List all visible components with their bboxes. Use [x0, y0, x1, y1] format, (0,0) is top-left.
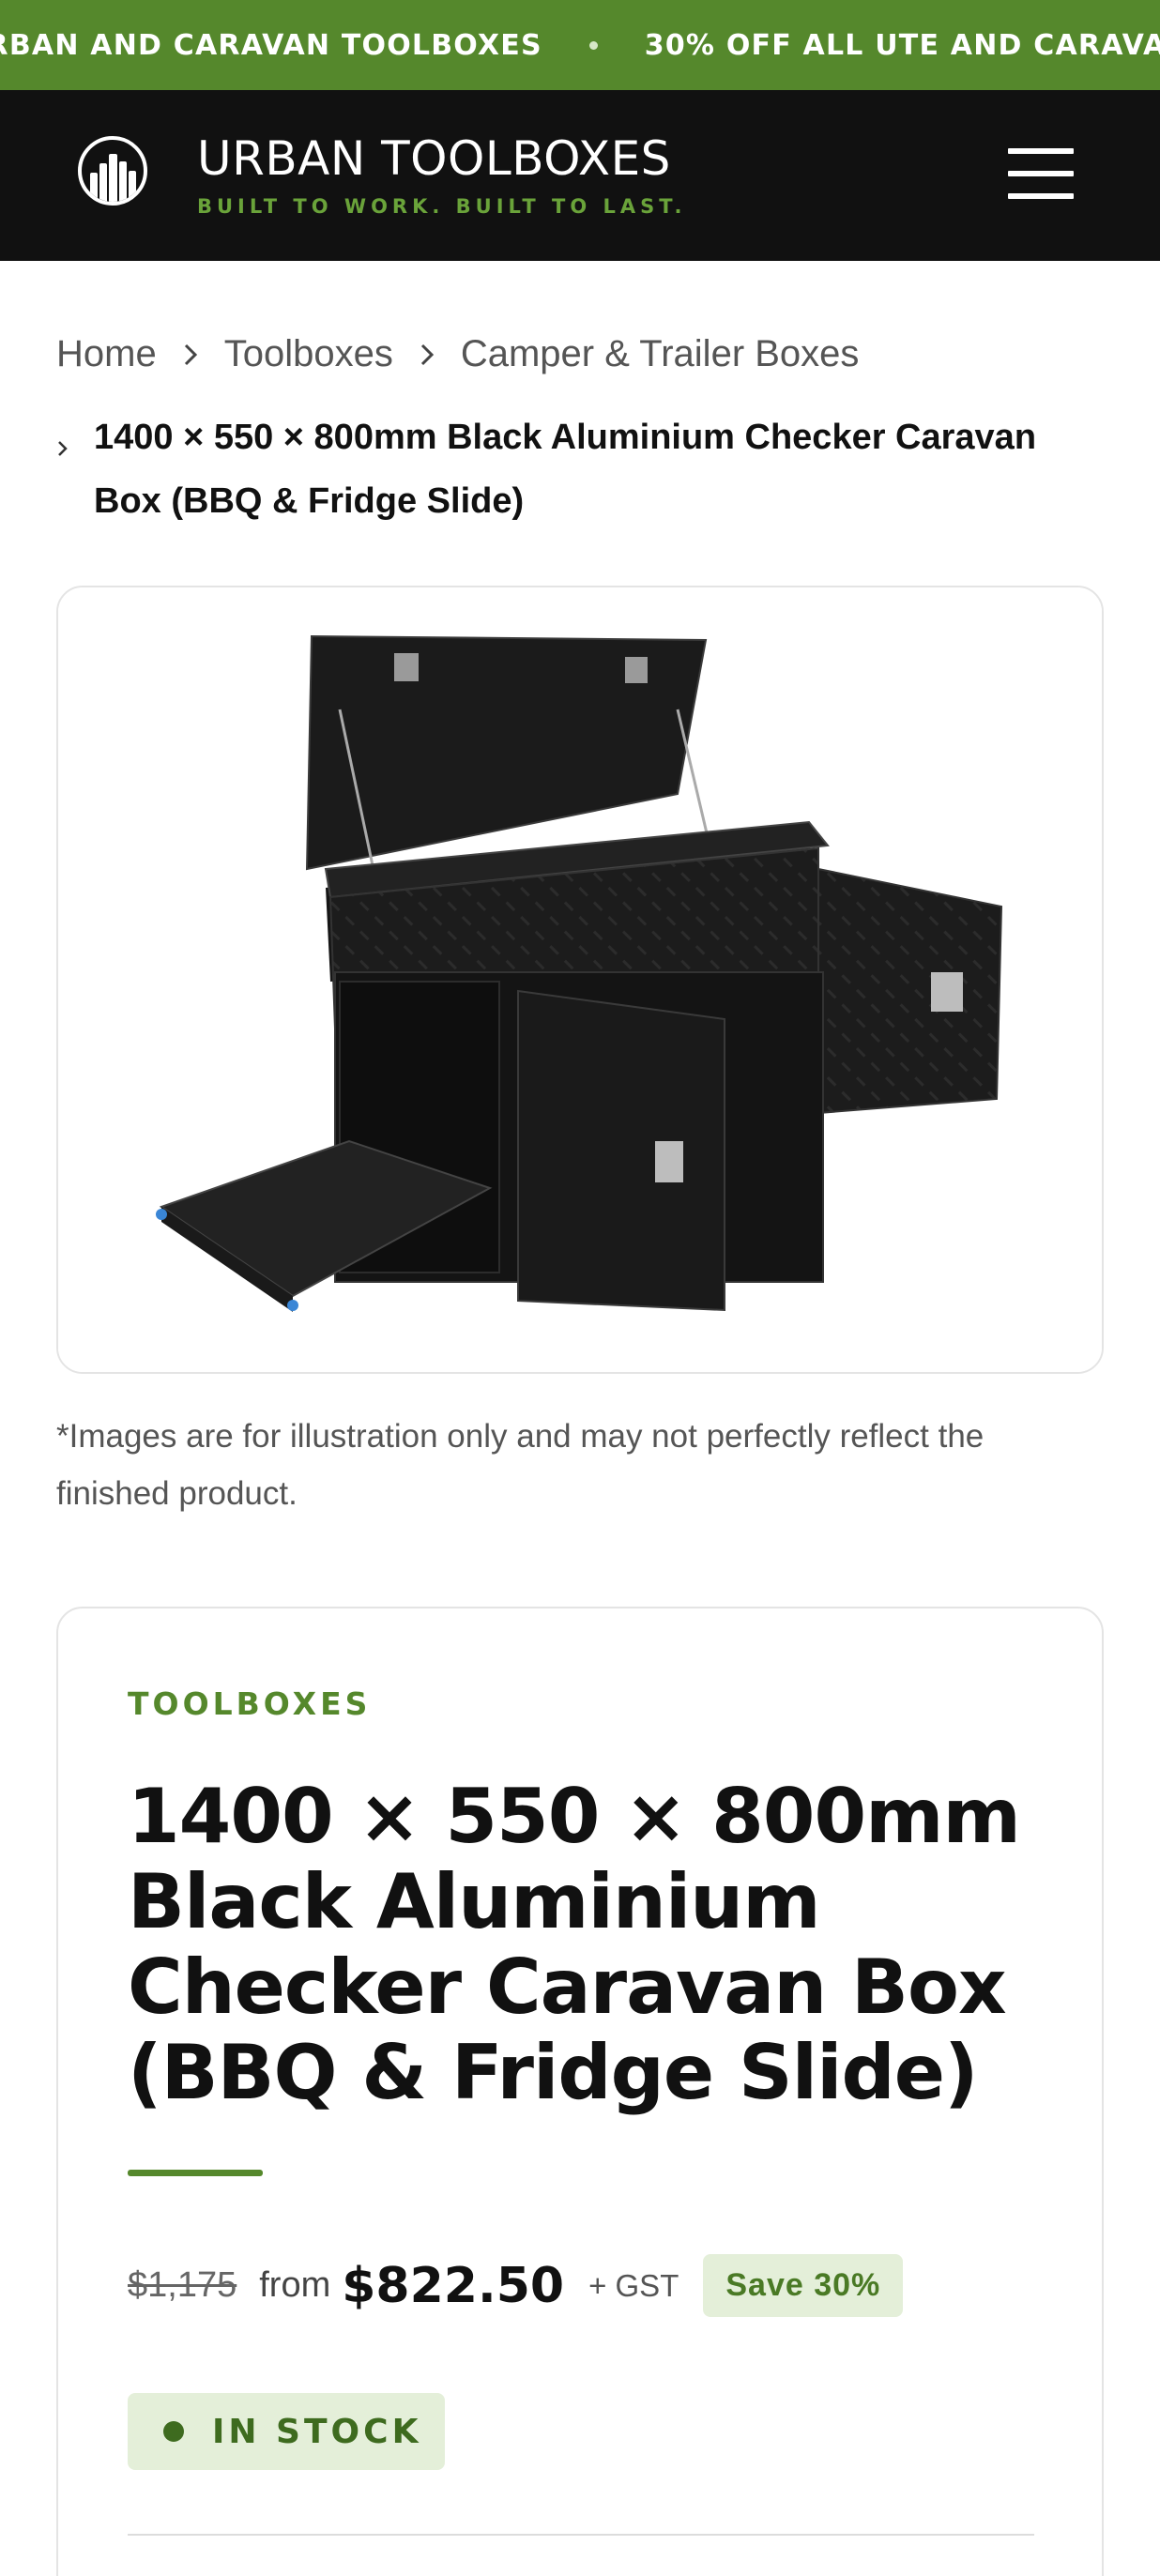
promo-track: URBAN AND CARAVAN TOOLBOXES 30% OFF ALL …	[0, 0, 1160, 90]
city-skyline-logo-icon[interactable]	[77, 135, 148, 206]
product-image[interactable]	[56, 586, 1104, 1374]
stock-dot-icon	[163, 2421, 184, 2442]
hamburger-menu-icon[interactable]	[1008, 148, 1074, 199]
title-accent-line	[128, 2170, 263, 2176]
brand-tagline: BUILT TO WORK. BUILT TO LAST.	[197, 195, 687, 218]
breadcrumb-toolboxes-link[interactable]: Toolboxes	[224, 333, 393, 375]
promo-separator-dot	[588, 40, 598, 50]
product-title: 1400 × 550 × 800mm Black Aluminium Check…	[128, 1773, 1021, 2116]
original-price: $1,175	[128, 2265, 237, 2305]
gst-label: + GST	[588, 2267, 679, 2303]
breadcrumb-current: 1400 × 550 × 800mm Black Aluminium Check…	[94, 418, 1037, 521]
promo-text: URBAN AND CARAVAN TOOLBOXES	[0, 28, 542, 62]
price-row: $1,175 from $822.50 + GST Save 30%	[128, 2254, 904, 2317]
promo-text: 30% OFF ALL UTE AND CARAVAN TOOLBOXES	[644, 28, 1160, 62]
save-badge: Save 30%	[703, 2254, 904, 2317]
divider	[128, 2534, 1034, 2536]
promo-banner: URBAN AND CARAVAN TOOLBOXES 30% OFF ALL …	[0, 0, 1160, 90]
chevron-right-icon	[393, 342, 461, 368]
site-header: URBAN TOOLBOXES BUILT TO WORK. BUILT TO …	[0, 90, 1160, 261]
product-category[interactable]: TOOLBOXES	[128, 1685, 371, 1722]
caravan-toolbox-image	[58, 587, 1102, 1372]
product-info-card: TOOLBOXES 1400 × 550 × 800mm Black Alumi…	[56, 1607, 1104, 2576]
breadcrumb: Home Toolboxes Camper & Trailer Boxes	[56, 333, 859, 375]
breadcrumb-current-row: 1400 × 550 × 800mm Black Aluminium Check…	[56, 405, 1070, 533]
breadcrumb-home-link[interactable]: Home	[56, 333, 157, 375]
chevron-right-icon	[56, 405, 94, 533]
brand-name: URBAN TOOLBOXES	[197, 131, 671, 186]
breadcrumb-camper-trailer-link[interactable]: Camper & Trailer Boxes	[461, 333, 860, 375]
chevron-right-icon	[157, 342, 224, 368]
image-disclaimer: *Images are for illustration only and ma…	[56, 1418, 984, 1512]
stock-status-text: IN STOCK	[212, 2412, 422, 2451]
current-price: $822.50	[342, 2257, 565, 2314]
price-from-label: from	[259, 2265, 331, 2305]
stock-status-badge: IN STOCK	[128, 2393, 445, 2470]
brand[interactable]: URBAN TOOLBOXES BUILT TO WORK. BUILT TO …	[197, 135, 686, 218]
